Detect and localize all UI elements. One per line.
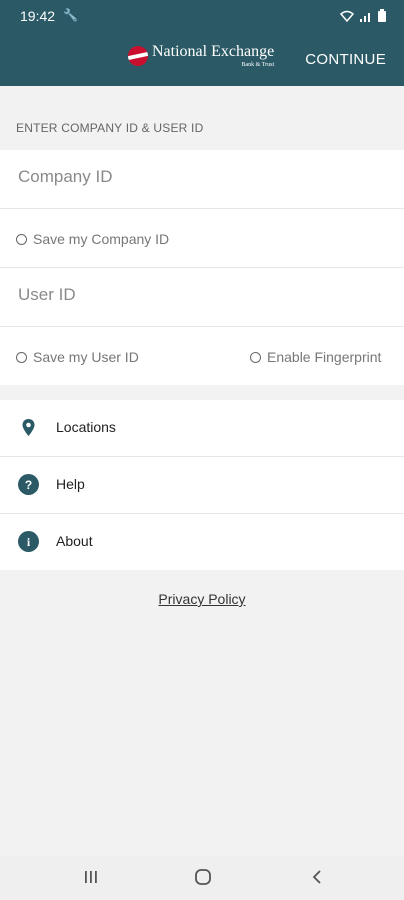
logo-name: National Exchange bbox=[152, 43, 275, 60]
radio-circle-icon bbox=[250, 351, 261, 363]
login-form: Save my Company ID Save my User ID Enabl… bbox=[0, 150, 404, 385]
wifi-icon bbox=[340, 10, 354, 22]
save-user-row: Save my User ID Enable Fingerprint bbox=[0, 327, 404, 385]
radio-circle-icon bbox=[16, 233, 27, 245]
menu-item-locations[interactable]: Locations bbox=[0, 400, 404, 457]
save-user-id-label: Save my User ID bbox=[33, 349, 139, 365]
system-nav-bar bbox=[0, 856, 404, 900]
company-id-row bbox=[0, 150, 404, 209]
app-bar: National Exchange Bank & Trust CONTINUE bbox=[0, 32, 404, 86]
radio-circle-icon bbox=[16, 351, 27, 363]
status-icons bbox=[340, 9, 386, 22]
save-user-id-radio[interactable]: Save my User ID bbox=[16, 349, 139, 365]
section-header: ENTER COMPANY ID & USER ID bbox=[0, 86, 404, 150]
signal-icon bbox=[360, 12, 370, 22]
logo-subtitle: Bank & Trust bbox=[241, 62, 275, 68]
status-bar: 19:42 🔧 bbox=[0, 0, 404, 32]
menu-item-label: Help bbox=[56, 476, 85, 492]
save-company-id-label: Save my Company ID bbox=[33, 231, 170, 247]
section-header-text: ENTER COMPANY ID & USER ID bbox=[16, 121, 204, 135]
save-company-id-radio[interactable]: Save my Company ID bbox=[16, 231, 169, 247]
company-id-input[interactable] bbox=[16, 166, 390, 188]
continue-button[interactable]: CONTINUE bbox=[305, 51, 386, 68]
menu-item-help[interactable]: ? Help bbox=[0, 457, 404, 514]
home-icon[interactable] bbox=[194, 868, 212, 886]
status-time: 19:42 bbox=[20, 8, 56, 24]
menu-item-about[interactable]: i About bbox=[0, 514, 404, 570]
recent-apps-icon[interactable] bbox=[82, 868, 100, 886]
enable-fingerprint-radio[interactable]: Enable Fingerprint bbox=[250, 349, 381, 365]
info-icon: i bbox=[18, 531, 39, 552]
menu-list: Locations ? Help i About bbox=[0, 400, 404, 570]
menu-item-label: About bbox=[56, 533, 93, 549]
location-pin-icon bbox=[22, 419, 35, 436]
menu-item-label: Locations bbox=[56, 419, 116, 435]
svg-text:?: ? bbox=[25, 478, 32, 492]
enable-fingerprint-label: Enable Fingerprint bbox=[267, 349, 382, 365]
user-id-row bbox=[0, 268, 404, 327]
wrench-icon: 🔧 bbox=[63, 8, 78, 22]
save-company-row: Save my Company ID bbox=[0, 209, 404, 268]
back-icon[interactable] bbox=[308, 868, 326, 886]
logo-mark-icon bbox=[128, 46, 148, 66]
user-id-input[interactable] bbox=[16, 284, 390, 306]
battery-icon bbox=[378, 9, 386, 22]
privacy-policy-link[interactable]: Privacy Policy bbox=[0, 591, 404, 607]
help-icon: ? bbox=[18, 474, 39, 495]
bank-logo: National Exchange Bank & Trust bbox=[128, 44, 274, 68]
